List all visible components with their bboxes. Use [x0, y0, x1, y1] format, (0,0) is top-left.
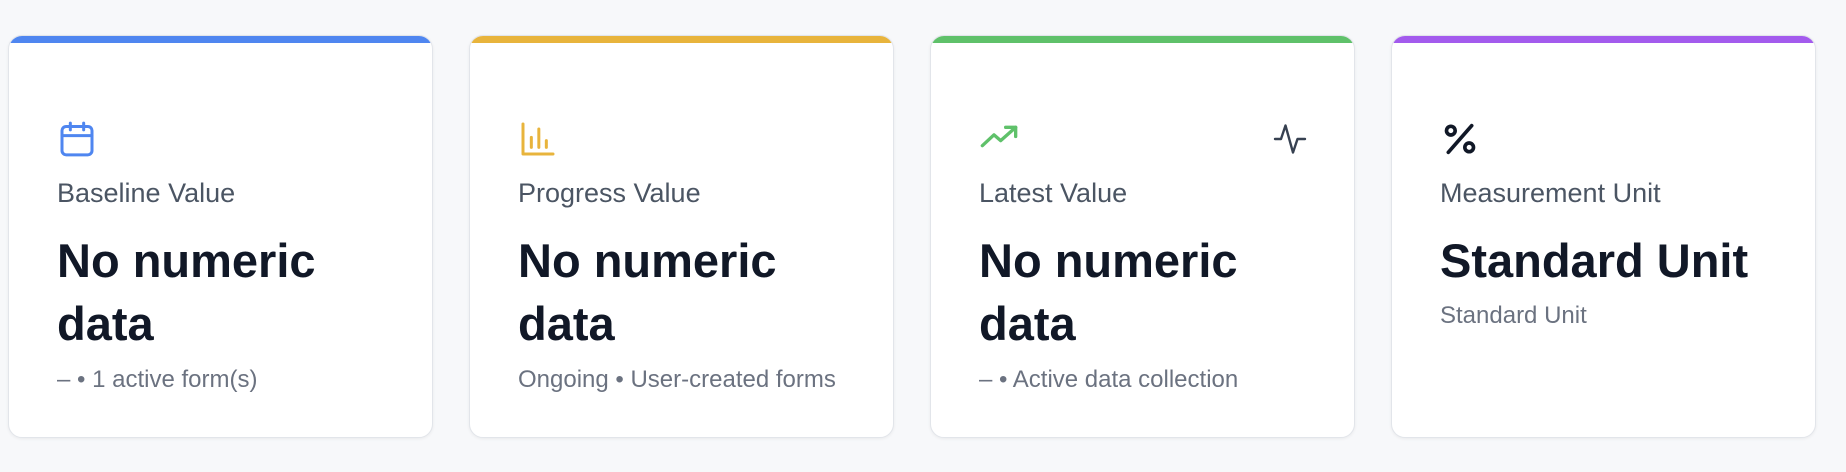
- card-accent-bar: [931, 36, 1354, 43]
- card-subtitle: Standard Unit: [1440, 302, 1587, 329]
- baseline-value-card: Baseline Value No numeric data – • 1 act…: [8, 35, 433, 438]
- activity-icon: [1272, 121, 1308, 157]
- card-value: No numeric data: [518, 234, 777, 350]
- card-accent-bar: [9, 36, 432, 43]
- percent-icon: [1440, 119, 1480, 159]
- card-label: Baseline Value: [57, 178, 236, 208]
- stat-cards-row: Baseline Value No numeric data – • 1 act…: [0, 0, 1846, 472]
- card-accent-bar: [470, 36, 893, 43]
- trending-up-icon: [979, 119, 1019, 159]
- latest-value-card: Latest Value No numeric data – • Active …: [930, 35, 1355, 438]
- card-subtitle: Ongoing • User-created forms: [518, 366, 836, 393]
- measurement-unit-card: Measurement Unit Standard Unit Standard …: [1391, 35, 1816, 438]
- progress-value-card: Progress Value No numeric data Ongoing •…: [469, 35, 894, 438]
- calendar-icon: [57, 119, 97, 159]
- card-subtitle: – • Active data collection: [979, 366, 1239, 393]
- card-value: No numeric data: [979, 234, 1238, 350]
- card-accent-bar: [1392, 36, 1815, 43]
- card-label: Latest Value: [979, 178, 1128, 208]
- card-value: No numeric data: [57, 234, 316, 350]
- card-label: Progress Value: [518, 178, 701, 208]
- card-subtitle: – • 1 active form(s): [57, 366, 258, 393]
- card-label: Measurement Unit: [1440, 178, 1661, 208]
- card-value: Standard Unit: [1440, 234, 1749, 287]
- bar-chart-icon: [518, 119, 558, 159]
